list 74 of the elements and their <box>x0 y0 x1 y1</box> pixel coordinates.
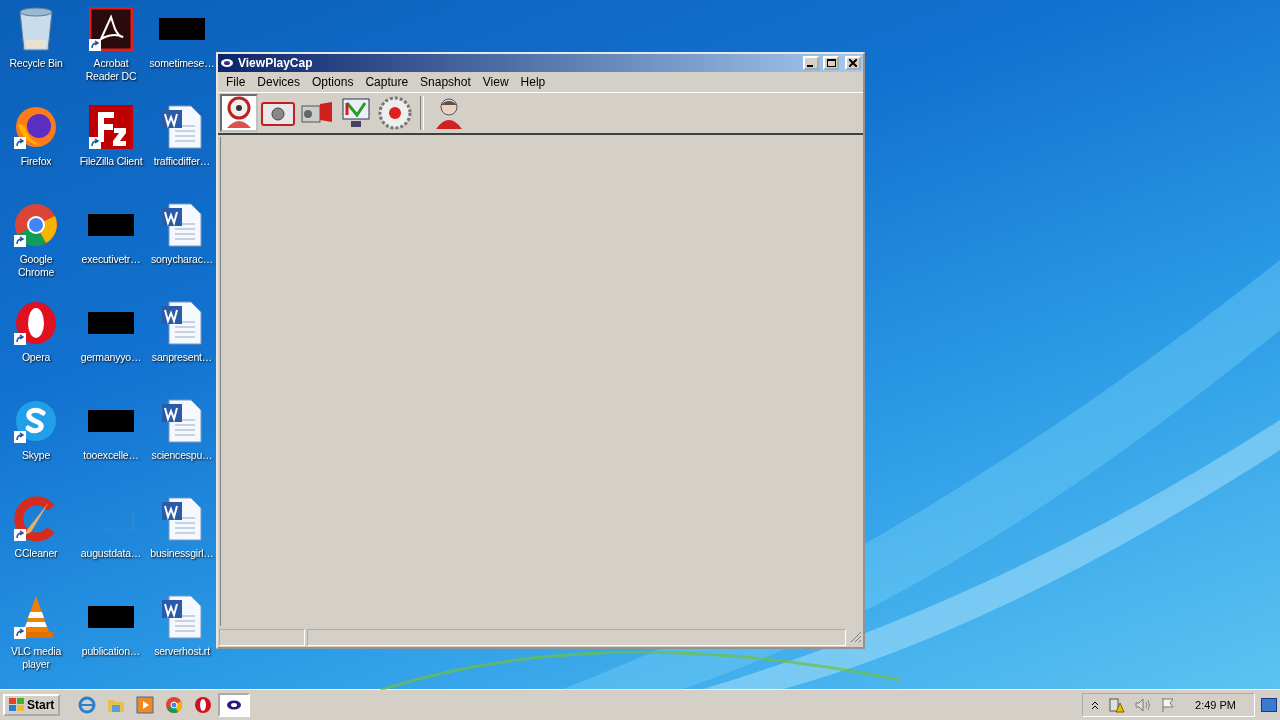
document-icon <box>159 104 205 150</box>
menu-item[interactable]: Devices <box>251 75 307 89</box>
opera-icon[interactable] <box>194 696 213 714</box>
icon-label[interactable]: businessgirl… <box>150 547 214 560</box>
recycle-bin-icon <box>16 6 56 52</box>
document-icon <box>159 398 205 444</box>
document-icon <box>159 594 205 640</box>
icon-label[interactable]: publication… <box>81 645 141 658</box>
show-desktop-button[interactable] <box>1261 698 1277 712</box>
media-player-icon[interactable] <box>136 696 155 714</box>
icon-label[interactable]: Google Chrome <box>17 253 55 279</box>
camera-icon <box>261 100 295 126</box>
maximize-icon <box>826 59 836 67</box>
document-icon <box>159 300 205 346</box>
icon-label[interactable]: executivetr… <box>81 253 141 266</box>
document-icon <box>159 496 205 542</box>
icon-label[interactable]: sonycharac… <box>151 253 213 266</box>
icon-label[interactable]: tooexcelle… <box>83 449 139 462</box>
speaker-icon[interactable] <box>1135 698 1152 712</box>
icon-label[interactable]: Opera <box>21 351 51 364</box>
menu-item[interactable]: File <box>220 75 252 89</box>
icon-label[interactable]: Skype <box>21 449 51 462</box>
user-icon <box>434 97 464 129</box>
close-button[interactable] <box>845 56 861 70</box>
window-title: ViewPlayCap <box>238 56 314 70</box>
skype-icon <box>13 398 59 444</box>
menu-item[interactable]: Capture <box>359 75 415 89</box>
clock: 2:49 PM <box>1195 699 1236 711</box>
windows-logo-icon <box>9 698 25 712</box>
resize-grip-icon <box>848 629 862 643</box>
icon-label[interactable]: Acrobat Reader DC <box>85 57 137 83</box>
icon-label[interactable]: sanpresent… <box>151 351 213 364</box>
icon-label[interactable]: Recycle Bin <box>9 57 63 70</box>
menu-item[interactable]: Help <box>514 75 552 89</box>
acrobat-icon <box>89 7 133 51</box>
icon-label[interactable]: sciencespu… <box>151 449 213 462</box>
record-gear-icon <box>378 96 412 130</box>
start-button[interactable]: Start <box>3 694 61 716</box>
redacted-icon <box>159 18 205 40</box>
app-icon <box>220 58 234 68</box>
menu-item[interactable]: Snapshot <box>414 75 477 89</box>
icon-label[interactable]: VLC media player <box>10 645 62 671</box>
icon-label[interactable]: trafficdiffer… <box>153 155 211 168</box>
document-icon <box>159 202 205 248</box>
filezilla-icon <box>88 104 134 150</box>
chevron-up-icon[interactable] <box>1091 700 1100 710</box>
icon-label[interactable]: sometimese… <box>149 57 215 70</box>
monitor-icon <box>341 97 371 129</box>
redacted-icon <box>88 606 134 628</box>
icon-label[interactable]: germanyyo… <box>80 351 142 364</box>
taskbar-button[interactable] <box>218 693 251 717</box>
network-warning-icon[interactable] <box>1109 697 1126 713</box>
redacted-icon <box>88 312 134 334</box>
icon-label[interactable]: Firefox <box>20 155 52 168</box>
maximize-button[interactable] <box>823 56 839 70</box>
icon-label[interactable]: CCleaner <box>14 547 58 560</box>
minimize-button[interactable] <box>803 56 819 70</box>
icon-label[interactable]: FileZilla Client <box>79 155 143 168</box>
redacted-icon <box>88 410 134 432</box>
redacted-icon <box>88 214 134 236</box>
chrome-icon[interactable] <box>165 696 184 714</box>
opera-icon <box>13 300 59 346</box>
icon-label[interactable]: serverhost.rt <box>154 645 210 658</box>
chrome-icon <box>13 202 59 248</box>
internet-explorer-icon[interactable] <box>78 696 97 714</box>
app-icon <box>226 700 243 710</box>
toolbar-button[interactable] <box>220 94 258 132</box>
icon-label[interactable]: augustdata… <box>80 547 142 560</box>
menu-item[interactable]: View <box>476 75 515 89</box>
flag-icon[interactable] <box>1161 697 1176 713</box>
close-icon <box>849 59 857 67</box>
menu-item[interactable]: Options <box>306 75 360 89</box>
firefox-icon <box>13 104 59 150</box>
toolbar-button[interactable] <box>376 94 414 132</box>
